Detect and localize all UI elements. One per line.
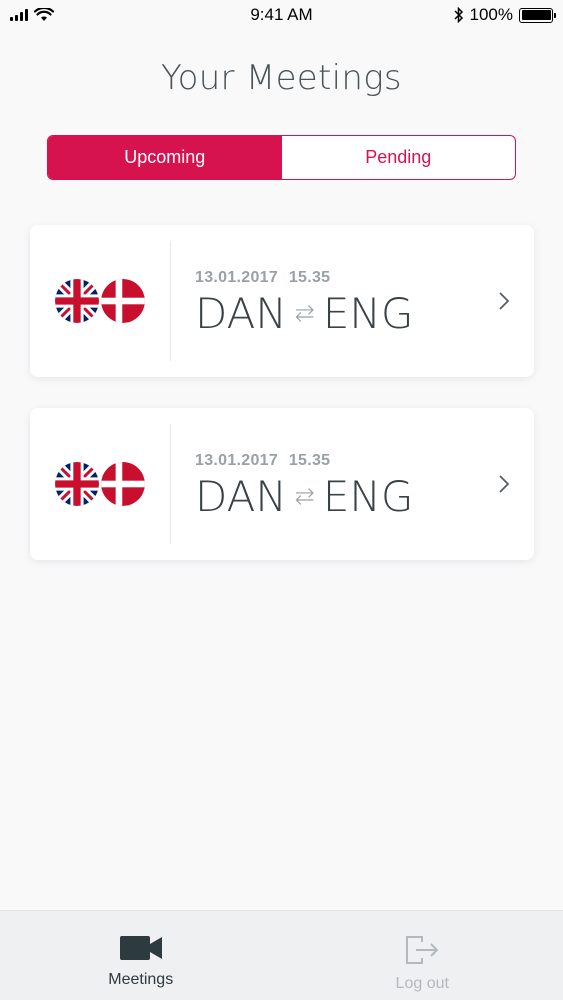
status-bar: 9:41 AM 100%: [0, 0, 563, 30]
language-flags: [30, 424, 171, 544]
language-pair: DAN ⇆ ENG: [195, 289, 474, 338]
status-time: 9:41 AM: [250, 5, 313, 24]
tab-logout[interactable]: Log out: [282, 911, 563, 1000]
meeting-date: 13.01.2017: [195, 451, 279, 469]
wifi-icon: [34, 8, 54, 21]
target-language: ENG: [322, 288, 414, 338]
target-language: ENG: [322, 471, 414, 521]
meeting-card[interactable]: 13.01.2017 15.35 DAN ⇆ ENG: [30, 225, 534, 377]
bluetooth-icon: [453, 7, 463, 23]
chevron-right-icon[interactable]: [474, 473, 534, 495]
tab-logout-label: Log out: [395, 975, 449, 992]
meeting-time: 15.35: [288, 451, 331, 469]
meeting-time: 15.35: [288, 268, 331, 286]
logout-icon: [406, 936, 439, 964]
source-language: DAN: [195, 471, 287, 521]
chevron-right-icon[interactable]: [474, 290, 534, 312]
language-pair: DAN ⇆ ENG: [195, 472, 474, 521]
meeting-datetime: 13.01.2017 15.35: [195, 452, 474, 470]
meeting-card[interactable]: 13.01.2017 15.35 DAN ⇆ ENG: [30, 408, 534, 560]
denmark-flag-icon: [101, 279, 145, 323]
meeting-details: 13.01.2017 15.35 DAN ⇆ ENG: [171, 265, 474, 338]
meeting-datetime: 13.01.2017 15.35: [195, 269, 474, 287]
language-flags: [30, 241, 171, 361]
tab-meetings-label: Meetings: [108, 971, 174, 988]
status-left: [10, 8, 150, 22]
status-right: 100%: [413, 5, 556, 25]
meeting-date: 13.01.2017: [195, 268, 279, 286]
video-camera-icon: [119, 936, 162, 960]
source-language: DAN: [195, 288, 287, 338]
signal-icon: [10, 9, 28, 21]
meeting-details: 13.01.2017 15.35 DAN ⇆ ENG: [171, 448, 474, 521]
tab-meetings[interactable]: Meetings: [0, 911, 282, 1000]
tab-pending[interactable]: Pending: [282, 136, 516, 179]
battery-icon: [519, 7, 556, 23]
uk-flag-icon: [55, 462, 99, 506]
denmark-flag-icon: [101, 462, 145, 506]
swap-arrows-icon: ⇆: [294, 482, 315, 510]
bottom-tab-bar: Meetings Log out: [0, 910, 563, 1000]
tab-upcoming[interactable]: Upcoming: [48, 136, 282, 179]
uk-flag-icon: [55, 279, 99, 323]
meeting-filter-segmented-control: Upcoming Pending: [47, 135, 516, 180]
battery-percent: 100%: [469, 5, 513, 24]
page-title: Your Meetings: [161, 58, 402, 98]
swap-arrows-icon: ⇆: [294, 299, 315, 327]
